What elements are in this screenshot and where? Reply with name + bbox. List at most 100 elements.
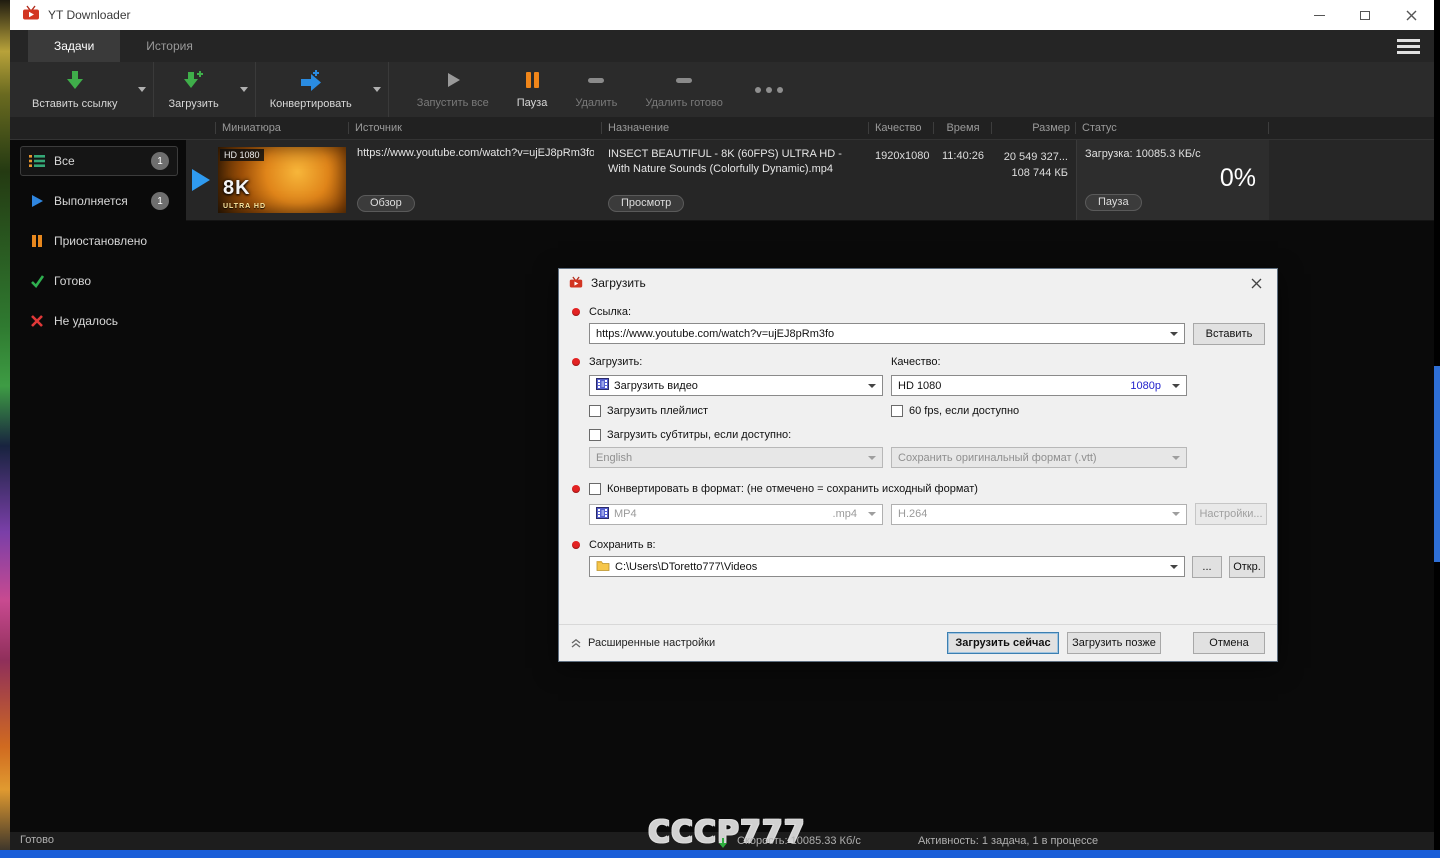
size-kb: 108 744 КБ [1011, 166, 1068, 179]
column-play[interactable] [186, 117, 216, 139]
tab-history[interactable]: История [120, 30, 219, 62]
chevron-down-icon [868, 512, 876, 516]
table-row[interactable]: HD 1080 8K ULTRA HD https://www.youtube.… [186, 140, 1434, 221]
sidebar-item-all[interactable]: Все 1 [20, 146, 178, 176]
column-status[interactable]: Статус [1076, 117, 1269, 139]
filmstrip-icon [596, 506, 609, 522]
sidebar-item-done-label: Готово [54, 274, 92, 288]
delete-button[interactable]: Удалить [561, 62, 631, 117]
tab-history-label: История [146, 39, 193, 53]
folder-icon [596, 560, 610, 574]
delete-done-label: Удалить готово [645, 97, 723, 109]
minimize-button[interactable] [1296, 0, 1342, 30]
open-folder-button[interactable]: Откр. [1229, 556, 1265, 578]
main-menu-button[interactable] [1397, 39, 1420, 54]
close-button[interactable] [1388, 0, 1434, 30]
row-play-button[interactable] [186, 140, 216, 220]
source-url: https://www.youtube.com/watch?v=ujEJ8pRm… [357, 147, 594, 159]
toolbar: Вставить ссылку Загрузить Конвертировать… [10, 62, 1434, 117]
more-actions-button[interactable] [737, 62, 801, 117]
checkbox-box[interactable] [589, 429, 601, 441]
codec-combobox[interactable]: H.264 [891, 503, 1187, 525]
chevron-up-icon [571, 638, 581, 648]
download-later-button[interactable]: Загрузить позже [1067, 632, 1161, 654]
tab-bar: Задачи История [10, 30, 1434, 62]
check-icon [29, 274, 45, 288]
start-all-label: Запустить все [416, 97, 489, 109]
column-time[interactable]: Время [934, 117, 992, 139]
source-cell: https://www.youtube.com/watch?v=ujEJ8pRm… [349, 140, 602, 220]
column-size[interactable]: Размер [992, 117, 1076, 139]
cancel-button[interactable]: Отмена [1193, 632, 1265, 654]
start-all-icon [443, 70, 463, 93]
download-type-value: Загрузить видео [614, 379, 698, 392]
download-now-button[interactable]: Загрузить сейчас [947, 632, 1059, 654]
sidebar: Все 1 Выполняется 1 Приостановлено Готов… [10, 140, 186, 832]
pause-all-button[interactable]: Пауза [503, 62, 562, 117]
save-path-combobox[interactable]: C:\Users\DToretto777\Videos [589, 556, 1185, 577]
subtitle-language-combobox[interactable]: English [589, 447, 883, 468]
dialog-footer: Расширенные настройки Загрузить сейчас З… [559, 624, 1277, 661]
column-quality[interactable]: Качество [869, 117, 934, 139]
dialog-title-bar: Загрузить [559, 269, 1277, 297]
sidebar-item-failed[interactable]: Не удалось [20, 306, 178, 336]
column-source[interactable]: Источник [349, 117, 602, 139]
playlist-checkbox[interactable]: Загрузить плейлист [589, 405, 883, 417]
destination-view-button[interactable]: Просмотр [608, 195, 685, 212]
sidebar-item-running[interactable]: Выполняется 1 [20, 186, 178, 216]
row-pause-button[interactable]: Пауза [1085, 194, 1142, 211]
source-browse-button[interactable]: Обзор [357, 195, 415, 212]
download-button[interactable]: Загрузить [154, 62, 232, 117]
sidebar-item-all-label: Все [54, 154, 75, 168]
checkbox-box[interactable] [891, 405, 903, 417]
dialog-icon [569, 276, 583, 291]
speed-text: Скорость: 10085.33 Кб/с [737, 835, 861, 847]
thumb-8k-label: 8K [223, 177, 251, 199]
size-cell: 20 549 327... 108 744 КБ [992, 140, 1076, 220]
paste-link-icon [64, 69, 86, 94]
save-path-value: C:\Users\DToretto777\Videos [615, 560, 758, 573]
convert-dropdown[interactable] [366, 62, 389, 117]
download-dropdown[interactable] [233, 62, 256, 117]
fps-checkbox[interactable]: 60 fps, если доступно [891, 405, 1187, 417]
video-thumbnail: HD 1080 8K ULTRA HD [216, 140, 349, 220]
paste-link-dropdown[interactable] [131, 62, 155, 117]
size-bytes: 20 549 327... [1003, 151, 1068, 163]
delete-done-button[interactable]: Удалить готово [631, 62, 737, 117]
download-type-combobox[interactable]: Загрузить видео [589, 375, 883, 396]
paste-button[interactable]: Вставить [1193, 323, 1265, 345]
play-icon [29, 194, 45, 208]
tab-tasks[interactable]: Задачи [28, 30, 121, 62]
maximize-button[interactable] [1342, 0, 1388, 30]
progress-percent: 0% [1219, 164, 1256, 192]
convert-checkbox[interactable]: Конвертировать в формат: (не отмечено = … [572, 483, 1265, 495]
convert-button[interactable]: Конвертировать [256, 62, 366, 117]
status-cell: Загрузка: 10085.3 КБ/с 0% Пауза [1076, 140, 1269, 220]
sidebar-item-done[interactable]: Готово [20, 266, 178, 296]
destination-cell: INSECT BEAUTIFUL - 8K (60FPS) ULTRA HD -… [602, 140, 869, 220]
close-icon [1251, 278, 1261, 288]
url-combobox[interactable]: https://www.youtube.com/watch?v=ujEJ8pRm… [589, 323, 1185, 344]
subtitles-checkbox[interactable]: Загрузить субтитры, если доступно: [589, 429, 1265, 441]
subtitle-format-combobox[interactable]: Сохранить оригинальный формат (.vtt) [891, 447, 1187, 468]
advanced-settings-toggle[interactable]: Расширенные настройки [571, 637, 715, 649]
required-dot [572, 308, 580, 316]
download-label: Загрузить: [572, 356, 883, 368]
checkbox-box[interactable] [589, 405, 601, 417]
settings-button[interactable]: Настройки... [1195, 503, 1267, 525]
subtitle-format-value: Сохранить оригинальный формат (.vtt) [898, 451, 1097, 464]
column-thumbnail[interactable]: Миниатюра [216, 117, 349, 139]
checkbox-box[interactable] [589, 483, 601, 495]
column-destination[interactable]: Назначение [602, 117, 869, 139]
download-dialog: Загрузить Ссылка: https://www.youtube.co… [558, 268, 1278, 662]
activity-text: Активность: 1 задача, 1 в процессе [918, 835, 1099, 847]
browse-button[interactable]: ... [1192, 556, 1222, 578]
paste-link-button[interactable]: Вставить ссылку [18, 62, 131, 117]
link-label: Ссылка: [572, 306, 1265, 318]
url-value: https://www.youtube.com/watch?v=ujEJ8pRm… [596, 327, 835, 340]
dialog-close-button[interactable] [1245, 272, 1267, 294]
sidebar-item-paused[interactable]: Приостановлено [20, 226, 178, 256]
start-all-button[interactable]: Запустить все [403, 62, 503, 117]
format-combobox[interactable]: MP4 .mp4 [589, 503, 883, 525]
quality-combobox[interactable]: HD 1080 1080p [891, 375, 1187, 396]
